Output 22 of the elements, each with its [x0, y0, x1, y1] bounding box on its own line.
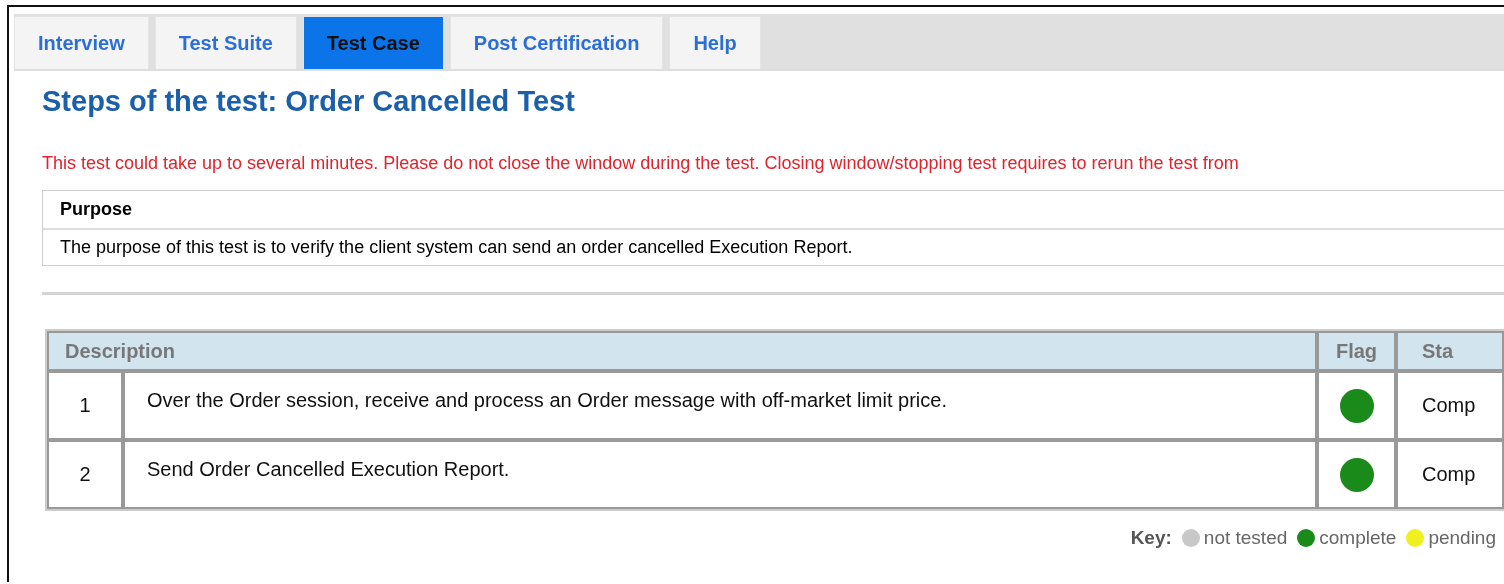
table-cell: 2: [47, 440, 123, 509]
tab[interactable]: Help: [669, 16, 761, 69]
column-header: Description: [47, 331, 1317, 371]
legend-label: complete: [1319, 527, 1397, 549]
legend-label: pending: [1428, 527, 1496, 549]
purpose-text: The purpose of this test is to verify the client system can send an order cancelled Execution Report.: [60, 237, 853, 257]
warning-message: This test could take up to several minutes. Please do not close the window during the test. Closing window/stopping test requires to rerun the test from: [42, 153, 1240, 174]
tab[interactable]: Test Case: [302, 16, 444, 69]
purpose-title: Purpose: [60, 199, 133, 219]
key-label: Key:: [1130, 527, 1172, 549]
tab[interactable]: Test Suite: [154, 16, 297, 69]
table-cell: 1: [47, 371, 123, 440]
tab[interactable]: Post Certification: [449, 16, 664, 69]
table-cell: Send Order Cancelled Execution Report.: [123, 440, 1317, 509]
legend-label: not tested: [1203, 527, 1288, 549]
table-cell: Over the Order session, receive and process an Order message with off-market limit price.: [123, 371, 1317, 440]
table-cell: Comp: [1396, 371, 1504, 440]
column-header: Sta: [1396, 331, 1504, 371]
column-header: Flag: [1317, 331, 1396, 371]
table-cell: Comp: [1396, 440, 1504, 509]
tab[interactable]: Interview: [14, 16, 149, 69]
page-heading: Steps of the test: Order Cancelled Test: [42, 85, 576, 118]
